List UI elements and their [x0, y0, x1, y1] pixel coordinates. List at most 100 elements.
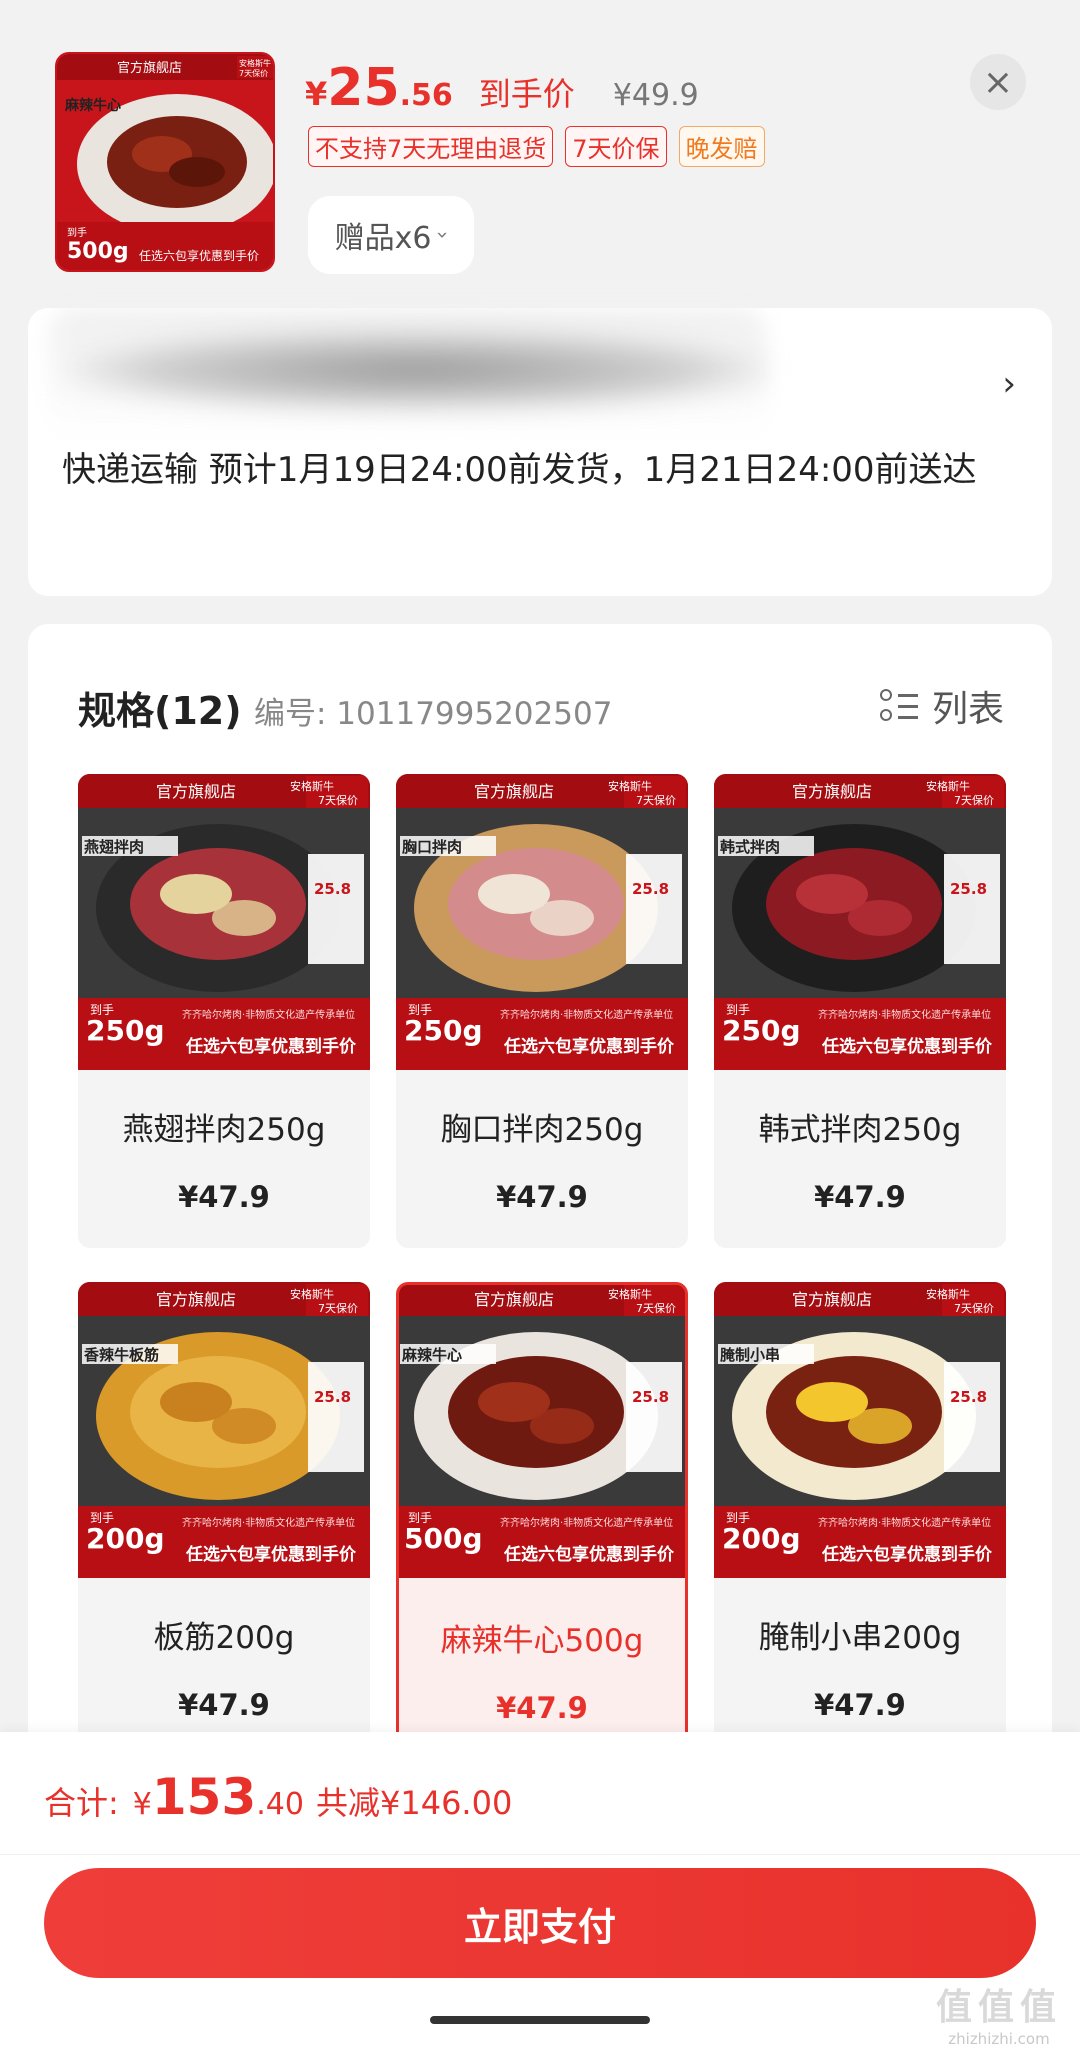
home-indicator[interactable] — [430, 2016, 650, 2024]
spec-option-weight: 200g — [86, 1522, 165, 1555]
total-savings: 共减¥146.00 — [315, 1784, 513, 1822]
spec-option-mini-price: 25.8 — [950, 880, 987, 898]
original-price: ¥49.9 — [612, 78, 699, 113]
total-label: 合计: — [44, 1784, 119, 1822]
spec-option-promo: 任选六包享优惠到手价 — [185, 1544, 357, 1565]
spec-option-image-label: 韩式拌肉 — [720, 838, 780, 856]
spec-option-store: 官方旗舰店 — [474, 782, 554, 801]
spec-option-image: 官方旗舰店 香辣牛板筋 安格斯牛 7天保价 25.8 到手 200g 齐齐哈尔烤肉·非物质文化… — [78, 1282, 370, 1578]
spec-option-promo: 任选六包享优惠到手价 — [185, 1036, 357, 1057]
watermark-logo: 值值值 — [935, 1987, 1062, 2028]
spec-option-price: ¥47.9 — [814, 1688, 906, 1722]
spec-option-price: ¥47.9 — [496, 1180, 588, 1214]
spec-option-promo: 任选六包享优惠到手价 — [503, 1036, 675, 1057]
spec-option-price: ¥47.9 — [178, 1688, 270, 1722]
spec-option[interactable]: 官方旗舰店 香辣牛板筋 安格斯牛 7天保价 25.8 到手 200g 齐齐哈尔烤肉·非物质文化… — [78, 1282, 370, 1756]
spec-option-store: 官方旗舰店 — [156, 1290, 236, 1309]
total-integer: 153 — [151, 1768, 257, 1826]
price-symbol: ¥ — [305, 75, 328, 113]
gift-label: 赠品x6 — [334, 221, 432, 256]
pay-now-button[interactable]: 立即支付 — [44, 1868, 1036, 1978]
chevron-down-icon: › — [431, 231, 456, 239]
address-blurred-text — [68, 330, 768, 410]
price-tag-label: 到手价 — [478, 75, 575, 113]
spec-option-badge2: 7天保价 — [636, 793, 676, 807]
product-thumbnail: 官方旗舰店 麻辣牛心 到手 500g 任选六包享优惠到手价 安格斯牛 7天保价 — [55, 52, 275, 272]
spec-option-image-label: 腌制小串 — [720, 1346, 780, 1364]
spec-option-name: 腌制小串200g — [758, 1620, 962, 1656]
spec-option[interactable]: 官方旗舰店 燕翅拌肉 安格斯牛 7天保价 25.8 到手 250g 齐齐哈尔烤肉·非物质文化遗… — [78, 774, 370, 1248]
total-decimal: .40 — [256, 1787, 304, 1822]
price-decimal: .56 — [399, 78, 453, 113]
thumb-badge1: 安格斯牛 — [239, 58, 271, 68]
spec-option-subtitle: 齐齐哈尔烤肉·非物质文化遗产传承单位 — [500, 1516, 673, 1529]
thumb-store-label: 官方旗舰店 — [117, 60, 182, 76]
spec-option-name: 胸口拌肉250g — [440, 1112, 644, 1148]
watermark-url: zhizhizhi.com — [948, 2030, 1050, 2048]
spec-option-image: 官方旗舰店 麻辣牛心 安格斯牛 7天保价 25.8 到手 500g 齐齐哈尔烤肉·非物质文化遗… — [399, 1285, 685, 1578]
spec-option-badge2: 7天保价 — [954, 1301, 994, 1315]
spec-title: 规格(12) — [78, 689, 242, 733]
spec-option-price: ¥47.9 — [178, 1180, 270, 1214]
spec-option[interactable]: 官方旗舰店 腌制小串 安格斯牛 7天保价 25.8 到手 200g 齐齐哈尔烤肉·非物质文化遗… — [714, 1282, 1006, 1756]
delivery-estimate: 快递运输 预计1月19日24:00前发货，1月21日24:00前送达 — [62, 450, 977, 490]
spec-option-image-label: 燕翅拌肉 — [84, 838, 144, 856]
spec-option-name: 韩式拌肉250g — [758, 1112, 962, 1148]
spec-option-promo: 任选六包享优惠到手价 — [821, 1036, 993, 1057]
spec-option-weight: 250g — [86, 1014, 165, 1047]
spec-option-promo: 任选六包享优惠到手价 — [821, 1544, 993, 1565]
spec-option-badge2: 7天保价 — [636, 1301, 676, 1315]
tag-late-compensation: 晚发赔 — [678, 126, 765, 167]
spec-option-store: 官方旗舰店 — [474, 1290, 554, 1309]
spec-option-price: ¥47.9 — [814, 1180, 906, 1214]
spec-option-name: 板筋200g — [153, 1620, 295, 1656]
spec-option-badge2: 7天保价 — [318, 793, 358, 807]
spec-option-subtitle: 齐齐哈尔烤肉·非物质文化遗产传承单位 — [818, 1008, 991, 1021]
thumb-weight: 500g — [67, 239, 129, 264]
spec-option-store: 官方旗舰店 — [792, 782, 872, 801]
total-symbol: ¥ — [132, 1787, 152, 1822]
spec-option-badge1: 安格斯牛 — [290, 779, 334, 793]
spec-option-badge1: 安格斯牛 — [926, 1287, 970, 1301]
spec-option[interactable]: 官方旗舰店 胸口拌肉 安格斯牛 7天保价 25.8 到手 250g 齐齐哈尔烤肉·非物质文化遗… — [396, 774, 688, 1248]
spec-option-name: 麻辣牛心500g — [440, 1623, 644, 1659]
spec-option-weight: 250g — [722, 1014, 801, 1047]
divider — [0, 1854, 1080, 1855]
spec-option-image-label: 胸口拌肉 — [402, 838, 462, 856]
thumbnail-image: 官方旗舰店 麻辣牛心 到手 500g 任选六包享优惠到手价 安格斯牛 7天保价 — [57, 54, 273, 270]
spec-option[interactable]: 官方旗舰店 麻辣牛心 安格斯牛 7天保价 25.8 到手 500g 齐齐哈尔烤肉·非物质文化遗… — [396, 1282, 688, 1756]
spec-option-store: 官方旗舰店 — [792, 1290, 872, 1309]
spec-option-badge1: 安格斯牛 — [290, 1287, 334, 1301]
spec-option-subtitle: 齐齐哈尔烤肉·非物质文化遗产传承单位 — [500, 1008, 673, 1021]
list-view-label: 列表 — [931, 689, 1004, 730]
spec-option-name: 燕翅拌肉250g — [122, 1112, 326, 1148]
tag-no-return: 不支持7天无理由退货 — [308, 126, 554, 167]
close-button[interactable]: × — [970, 54, 1026, 110]
address-card[interactable]: › 快递运输 预计1月19日24:00前发货，1月21日24:00前送达 — [28, 308, 1052, 596]
spec-option-image: 官方旗舰店 韩式拌肉 安格斯牛 7天保价 25.8 到手 250g 齐齐哈尔烤肉·非物质文化遗… — [714, 774, 1006, 1070]
list-view-toggle[interactable]: 列表 — [879, 680, 1004, 732]
total-row: 合计: ¥ 153 .40 共减¥146.00 — [44, 1768, 512, 1826]
service-tags: 不支持7天无理由退货 7天价保 晚发赔 — [308, 126, 765, 167]
sku-selector-sheet: 官方旗舰店 麻辣牛心 到手 500g 任选六包享优惠到手价 安格斯牛 7天保价 … — [0, 0, 1080, 2057]
close-icon: × — [982, 61, 1014, 103]
spec-option-badge1: 安格斯牛 — [608, 1287, 652, 1301]
spec-option-weight: 500g — [404, 1522, 483, 1555]
thumb-promo: 任选六包享优惠到手价 — [139, 248, 259, 263]
thumb-label: 麻辣牛心 — [64, 97, 121, 114]
spec-option-mini-price: 25.8 — [632, 880, 669, 898]
spec-option-weight: 200g — [722, 1522, 801, 1555]
gift-button[interactable]: 赠品x6 › — [308, 196, 474, 274]
chevron-right-icon[interactable]: › — [1002, 364, 1016, 404]
spec-option-image-label: 麻辣牛心 — [401, 1346, 462, 1364]
spec-option-image-label: 香辣牛板筋 — [84, 1346, 159, 1364]
spec-option-image: 官方旗舰店 胸口拌肉 安格斯牛 7天保价 25.8 到手 250g 齐齐哈尔烤肉·非物质文化遗… — [396, 774, 688, 1070]
spec-number: 编号: 10117995202507 — [254, 696, 613, 732]
spec-option-mini-price: 25.8 — [632, 1388, 669, 1406]
thumb-weight-prefix: 到手 — [67, 226, 87, 239]
spec-option-image: 官方旗舰店 燕翅拌肉 安格斯牛 7天保价 25.8 到手 250g 齐齐哈尔烤肉·非物质文化遗… — [78, 774, 370, 1070]
spec-option-badge1: 安格斯牛 — [926, 779, 970, 793]
spec-option[interactable]: 官方旗舰店 韩式拌肉 安格斯牛 7天保价 25.8 到手 250g 齐齐哈尔烤肉·非物质文化遗… — [714, 774, 1006, 1248]
spec-option-subtitle: 齐齐哈尔烤肉·非物质文化遗产传承单位 — [182, 1008, 355, 1021]
spec-option-badge2: 7天保价 — [318, 1301, 358, 1315]
